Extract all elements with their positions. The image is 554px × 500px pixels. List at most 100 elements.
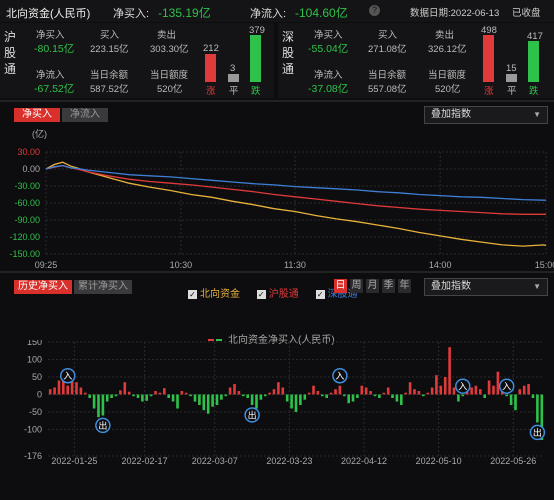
hgt-sell-value: 303.30亿 <box>150 44 189 55</box>
tab-net-buy[interactable]: 净买入 <box>14 108 60 122</box>
bar <box>435 375 438 395</box>
history-overlay-label: 叠加指数 <box>431 281 471 292</box>
net-buy-value: -135.19亿 <box>158 6 211 20</box>
bar <box>448 347 451 395</box>
bar <box>364 387 368 395</box>
hgt-sell-label: 卖出 <box>157 30 177 41</box>
hgt-buy-value: 223.15亿 <box>90 44 129 55</box>
bar <box>158 392 162 395</box>
y-tick-label: -100 <box>24 424 42 434</box>
bar <box>474 385 478 395</box>
bar <box>268 392 271 395</box>
bar <box>224 394 228 397</box>
bar <box>487 380 491 395</box>
bar <box>206 394 210 414</box>
bar <box>369 391 372 395</box>
bar <box>417 391 421 395</box>
bar <box>264 394 267 397</box>
bar <box>193 394 197 402</box>
bar <box>259 394 263 400</box>
bar <box>202 394 206 411</box>
sgt-up-bar <box>483 35 494 82</box>
bar <box>334 389 337 395</box>
bar <box>110 394 113 398</box>
sgt-down-bar <box>528 41 539 82</box>
bar <box>312 385 315 395</box>
bar <box>457 394 460 402</box>
overlay-index-dropdown[interactable]: 叠加指数 ▼ <box>424 106 548 124</box>
period-day[interactable]: 日 <box>334 279 347 293</box>
bar <box>307 392 311 395</box>
bar <box>356 394 359 398</box>
bar <box>136 394 140 398</box>
sgt-quota-value: 520亿 <box>435 84 461 95</box>
x-tick-label: 10:30 <box>170 260 193 270</box>
bar <box>536 394 539 423</box>
bar <box>430 387 434 395</box>
bar <box>233 384 236 395</box>
x-tick-label: 11:30 <box>284 260 306 270</box>
y-tick-label: -120.00 <box>9 232 40 242</box>
bar <box>101 394 105 416</box>
period-quarter[interactable]: 季 <box>382 279 395 293</box>
period-year[interactable]: 年 <box>398 279 411 293</box>
hgt-net-buy-value: -80.15亿 <box>34 43 75 55</box>
sgt-balance-value: 557.08亿 <box>368 84 407 95</box>
period-week[interactable]: 周 <box>350 279 363 293</box>
bar <box>237 391 241 395</box>
marker-label: 出 <box>98 420 107 431</box>
bar <box>382 392 386 395</box>
x-tick-label: 2022-01-25 <box>51 456 97 466</box>
bar <box>228 387 232 395</box>
tab-cumulative-net-buy[interactable]: 累计净买入 <box>74 280 132 294</box>
history-overlay-dropdown[interactable]: 叠加指数 ▼ <box>424 278 548 296</box>
question-icon[interactable]: ? <box>369 5 380 16</box>
legend-label-hgt: 沪股通 <box>268 289 299 300</box>
sgt-net-buy-value: -55.04亿 <box>308 43 349 55</box>
y-tick-label: -150.00 <box>9 249 40 259</box>
sgt-quota-label: 当日额度 <box>428 70 467 81</box>
net-buy-label: 净买入: <box>113 8 150 20</box>
net-inflow-label: 净流入: <box>250 8 287 20</box>
hgt-down-label: 跌 <box>251 86 261 97</box>
bar <box>299 394 302 405</box>
legend-item-hgt[interactable]: ✓ 沪股通 <box>256 289 299 300</box>
sgt-name: 深股通 <box>281 30 294 76</box>
bar <box>215 394 219 405</box>
bar <box>198 394 201 405</box>
period-month[interactable]: 月 <box>366 279 379 293</box>
sgt-down-label: 跌 <box>529 86 539 97</box>
bar <box>220 394 223 400</box>
x-tick-label: 15:00 <box>535 260 554 270</box>
bar <box>149 394 153 397</box>
y-tick-label: -50 <box>29 407 42 417</box>
bar <box>400 394 403 405</box>
tab-net-inflow[interactable]: 净流入 <box>62 108 108 122</box>
hgt-up-label: 涨 <box>206 86 216 97</box>
hgt-balance-label: 当日余额 <box>90 70 129 81</box>
sgt-flat-count: 15 <box>506 63 517 74</box>
x-tick-label: 2022-05-10 <box>416 456 462 466</box>
bar <box>325 394 328 398</box>
chevron-down-icon: ▼ <box>533 110 541 119</box>
bar <box>373 394 377 397</box>
market-status: 已收盘 <box>512 8 541 19</box>
bar <box>343 394 346 397</box>
sgt-panel: 深股通 净买入 -55.04亿 买入 271.08亿 卖出 326.12亿 净流… <box>278 23 554 98</box>
bar <box>154 391 157 395</box>
tab-history-net-buy[interactable]: 历史净买入 <box>14 280 72 294</box>
bar <box>127 391 131 395</box>
legend-label-north: 北向资金 <box>200 289 240 300</box>
bar <box>426 392 429 395</box>
x-tick-label: 2022-02-17 <box>122 456 168 466</box>
sgt-sell-value: 326.12亿 <box>428 44 467 55</box>
bar <box>66 385 69 395</box>
x-tick-label: 2022-04-12 <box>341 456 387 466</box>
bar <box>88 394 91 398</box>
sgt-buy-value: 271.08亿 <box>368 44 407 55</box>
history-chart: 150 100 50 0 -50 -100 -176 2022-01-25 2022-02-17… <box>24 340 546 466</box>
sgt-up-label: 涨 <box>484 86 494 97</box>
legend-item-north[interactable]: ✓ 北向资金 <box>188 289 240 300</box>
bar <box>452 387 456 395</box>
checkbox-icon: ✓ <box>315 289 325 299</box>
